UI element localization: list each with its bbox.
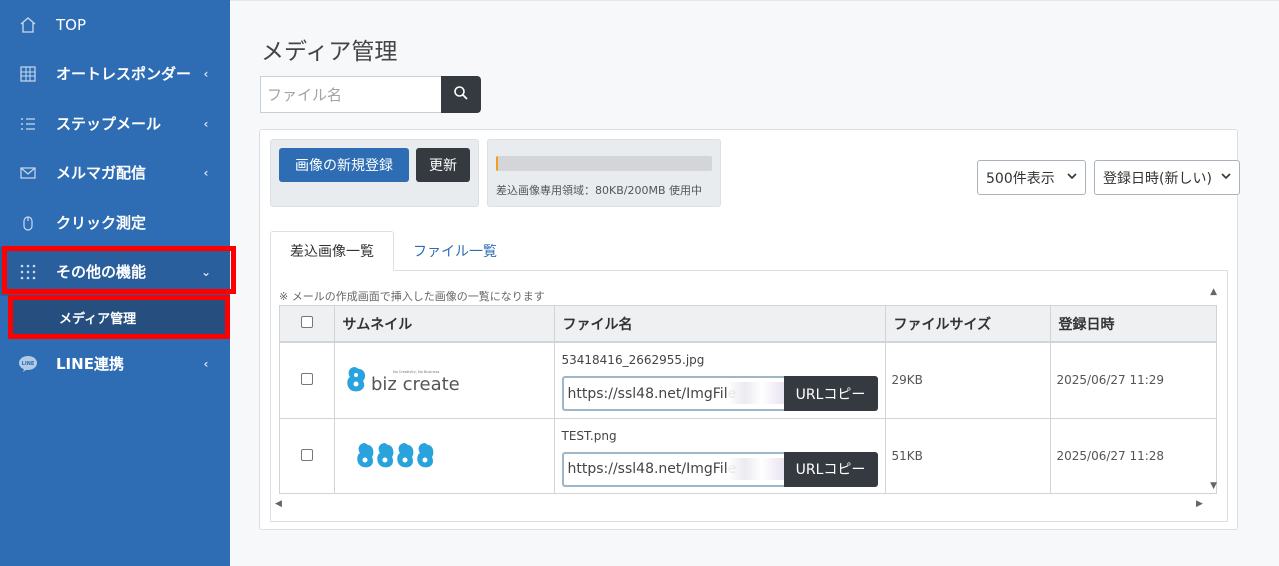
column-header[interactable]: 登録日時 bbox=[1050, 306, 1216, 343]
sidebar-item-top[interactable]: TOP bbox=[0, 0, 230, 49]
row-select-cell bbox=[280, 418, 335, 493]
sidebar-item-autoresponder[interactable]: オートレスポンダー ‹ bbox=[0, 49, 230, 98]
chevron-left-icon: ‹ bbox=[203, 116, 209, 131]
list-icon bbox=[18, 114, 38, 134]
logo-tagline: No Creativity, No Business bbox=[393, 370, 440, 374]
sidebar-item-line[interactable]: LINE LINE連携 ‹ bbox=[0, 339, 230, 388]
row-checkbox[interactable] bbox=[300, 448, 313, 461]
usage-box: 差込画像専用領域：80KB/200MB 使用中 bbox=[487, 139, 721, 207]
url-value: https://ssl48.net/ImgFile bbox=[567, 385, 737, 402]
file-size-cell: 29KB bbox=[885, 342, 1051, 419]
action-box: 画像の新規登録 更新 bbox=[270, 139, 479, 207]
sort-select[interactable]: 登録日時(新しい) bbox=[1094, 160, 1240, 195]
line-icon: LINE bbox=[18, 354, 38, 374]
page-title: メディア管理 bbox=[261, 39, 398, 65]
date-cell: 2025/06/27 11:29 bbox=[1050, 342, 1216, 419]
search-icon bbox=[453, 85, 469, 105]
dots-grid-icon bbox=[18, 262, 38, 282]
row-checkbox[interactable] bbox=[300, 372, 313, 385]
image-table: サムネイル ファイル名 ファイルサイズ 登録日時 biz create No C… bbox=[279, 305, 1217, 494]
sidebar-item-step-mail[interactable]: ステップメール ‹ bbox=[0, 99, 230, 148]
sidebar: TOP オートレスポンダー ‹ ステップメール ‹ メルマガ配信 ‹ クリック測… bbox=[0, 0, 236, 566]
table-row: biz create No Creativity, No Business 53… bbox=[280, 342, 1216, 419]
column-header[interactable]: ファイルサイズ bbox=[885, 306, 1051, 343]
refresh-button[interactable]: 更新 bbox=[416, 148, 470, 182]
url-group: https://ssl48.net/ImgFile URLコピー bbox=[561, 376, 878, 411]
url-copy-button[interactable]: URLコピー bbox=[783, 376, 878, 411]
chevron-down-icon bbox=[1221, 171, 1231, 184]
usage-text: 差込画像専用領域：80KB/200MB 使用中 bbox=[496, 184, 702, 197]
usage-progress-bar bbox=[496, 156, 712, 171]
url-copy-button[interactable]: URLコピー bbox=[783, 451, 878, 487]
search-bar bbox=[260, 76, 481, 113]
thumbnail-cell bbox=[334, 418, 555, 493]
logo-text: biz create bbox=[371, 374, 460, 395]
tab-inserted-images[interactable]: 差込画像一覧 bbox=[270, 231, 394, 271]
tab-file-list[interactable]: ファイル一覧 bbox=[394, 231, 516, 271]
display-count-value: 500件表示 bbox=[986, 170, 1055, 187]
url-field[interactable]: https://ssl48.net/ImgFile bbox=[561, 451, 784, 487]
line-badge: LINE bbox=[22, 361, 35, 367]
chevron-down-icon: ⌄ bbox=[200, 264, 212, 279]
mail-icon bbox=[18, 163, 38, 183]
sidebar-item-label: LINE連携 bbox=[56, 355, 124, 373]
mouse-icon bbox=[18, 213, 38, 233]
scroll-up-arrow[interactable]: ▲ bbox=[1210, 287, 1217, 297]
sort-value: 登録日時(新しい) bbox=[1103, 170, 1212, 187]
url-group: https://ssl48.net/ImgFile URLコピー bbox=[561, 451, 878, 487]
sidebar-item-label: メルマガ配信 bbox=[56, 164, 147, 182]
chevron-left-icon: ‹ bbox=[203, 165, 209, 180]
display-count-select[interactable]: 500件表示 bbox=[977, 160, 1086, 195]
sidebar-item-label: オートレスポンダー bbox=[56, 65, 192, 83]
grid-icon bbox=[18, 64, 38, 84]
file-size-cell: 51KB bbox=[885, 418, 1051, 493]
sidebar-item-click-tracking[interactable]: クリック測定 bbox=[0, 198, 230, 247]
media-panel: 画像の新規登録 更新 差込画像専用領域：80KB/200MB 使用中 500件表… bbox=[259, 129, 1240, 530]
sidebar-item-other-features[interactable]: その他の機能 ⌄ bbox=[0, 247, 230, 296]
list-note: ※ メールの作成画面で挿入した画像の一覧になります bbox=[279, 290, 545, 303]
file-name: TEST.png bbox=[561, 428, 617, 443]
bizcreate-logo-thumbnail: biz create No Creativity, No Business bbox=[346, 366, 460, 395]
sidebar-item-label: TOP bbox=[56, 15, 87, 34]
url-value: https://ssl48.net/ImgFile bbox=[567, 461, 737, 477]
sidebar-item-label: ステップメール bbox=[56, 115, 162, 133]
column-header[interactable]: サムネイル bbox=[334, 306, 555, 343]
redacted-url-part bbox=[727, 382, 784, 404]
chevron-left-icon: ‹ bbox=[203, 356, 209, 371]
file-name-cell: TEST.png https://ssl48.net/ImgFile URLコピ… bbox=[554, 418, 886, 493]
search-button[interactable] bbox=[441, 76, 481, 113]
table-header-row: サムネイル ファイル名 ファイルサイズ 登録日時 bbox=[280, 306, 1216, 343]
table-row: TEST.png https://ssl48.net/ImgFile URLコピ… bbox=[280, 418, 1216, 493]
scroll-left-arrow[interactable]: ◀ bbox=[275, 499, 282, 509]
url-field[interactable]: https://ssl48.net/ImgFile bbox=[561, 376, 784, 411]
new-image-button[interactable]: 画像の新規登録 bbox=[279, 148, 409, 182]
row-select-cell bbox=[280, 342, 335, 419]
chevron-down-icon bbox=[1067, 171, 1077, 184]
file-name: 53418416_2662955.jpg bbox=[561, 353, 705, 367]
main-content: メディア管理 画像の新規登録 更新 差込画像専用領域：80KB/200MB 使用… bbox=[230, 0, 1279, 566]
test-image-thumbnail bbox=[356, 442, 433, 467]
scroll-right-arrow[interactable]: ▶ bbox=[1196, 499, 1203, 509]
thumbnail-cell: biz create No Creativity, No Business bbox=[334, 342, 555, 419]
sidebar-item-label: クリック測定 bbox=[56, 214, 147, 232]
tab-content: ※ メールの作成画面で挿入した画像の一覧になります ▲ サムネイル ファイル名 … bbox=[270, 270, 1228, 522]
date-cell: 2025/06/27 11:28 bbox=[1050, 418, 1216, 493]
file-name-cell: 53418416_2662955.jpg https://ssl48.net/I… bbox=[554, 342, 886, 419]
redacted-url-part bbox=[727, 457, 784, 480]
select-all-header bbox=[280, 306, 335, 343]
home-icon bbox=[18, 15, 38, 35]
sidebar-subitem-media[interactable]: メディア管理 bbox=[8, 295, 230, 339]
usage-progress-fill bbox=[496, 156, 498, 171]
chevron-left-icon: ‹ bbox=[203, 66, 209, 81]
select-all-checkbox[interactable] bbox=[300, 315, 313, 328]
scroll-down-arrow[interactable]: ▼ bbox=[1210, 481, 1217, 491]
column-header[interactable]: ファイル名 bbox=[554, 306, 886, 343]
sidebar-item-label: その他の機能 bbox=[56, 263, 147, 281]
search-input[interactable] bbox=[260, 76, 441, 113]
sidebar-item-newsletter[interactable]: メルマガ配信 ‹ bbox=[0, 148, 230, 197]
